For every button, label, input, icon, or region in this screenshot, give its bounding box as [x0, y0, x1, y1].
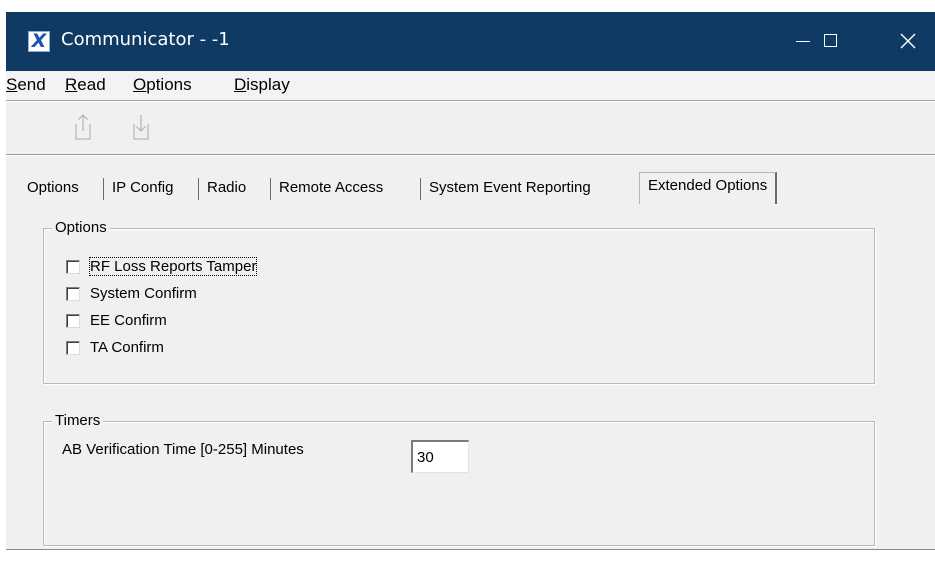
- read-toolbar-button[interactable]: [130, 112, 152, 142]
- tab-separator: [198, 178, 199, 200]
- menu-read[interactable]: Read: [65, 75, 106, 95]
- checkbox-label: RF Loss Reports Tamper: [88, 257, 258, 276]
- checkbox-box[interactable]: [66, 260, 80, 274]
- options-group: Options RF Loss Reports Tamper System Co…: [43, 219, 875, 384]
- menu-options[interactable]: Options: [133, 75, 192, 95]
- read-download-icon: [133, 115, 149, 140]
- tab-options[interactable]: Options: [27, 176, 79, 200]
- tab-strip: Options IP Config Radio Remote Access Sy…: [6, 172, 935, 204]
- tab-separator: [103, 178, 104, 200]
- minimize-icon: [796, 41, 810, 42]
- timers-group: Timers AB Verification Time [0-255] Minu…: [43, 412, 875, 546]
- tab-system-event-reporting[interactable]: System Event Reporting: [429, 176, 591, 200]
- checkbox-box[interactable]: [66, 341, 80, 355]
- title-bar[interactable]: X Communicator - -1: [6, 12, 935, 71]
- tab-remote-access[interactable]: Remote Access: [279, 176, 383, 200]
- tab-separator: [270, 178, 271, 200]
- maximize-icon: [824, 34, 837, 47]
- send-toolbar-button[interactable]: [72, 112, 94, 142]
- checkbox-label: System Confirm: [90, 285, 197, 302]
- maximize-button[interactable]: [811, 24, 851, 58]
- close-icon: [900, 33, 916, 49]
- footer-area: [6, 550, 935, 580]
- toolbar: [6, 102, 935, 155]
- x-logo-icon[interactable]: X: [28, 30, 50, 52]
- menu-display[interactable]: Display: [234, 75, 290, 95]
- ab-verification-label: AB Verification Time [0-255] Minutes: [62, 441, 304, 458]
- tab-extended-options[interactable]: Extended Options: [639, 172, 778, 204]
- menu-bar: Send Read Options Display: [6, 71, 935, 101]
- timers-group-title: Timers: [52, 412, 104, 429]
- close-button[interactable]: [888, 24, 928, 58]
- checkbox-box[interactable]: [66, 314, 80, 328]
- ab-verification-input[interactable]: 30: [411, 440, 469, 473]
- checkbox-box[interactable]: [66, 287, 80, 301]
- send-upload-icon: [75, 114, 91, 140]
- checkbox-label: EE Confirm: [90, 312, 167, 329]
- dialog-content: Options IP Config Radio Remote Access Sy…: [6, 156, 935, 580]
- tab-ip-config[interactable]: IP Config: [112, 176, 173, 200]
- checkbox-label: TA Confirm: [90, 339, 164, 356]
- options-group-title: Options: [52, 219, 110, 236]
- tab-radio[interactable]: Radio: [207, 176, 246, 200]
- menu-send[interactable]: Send: [6, 75, 46, 95]
- window-title: Communicator - -1: [61, 29, 230, 50]
- tab-separator: [420, 178, 421, 200]
